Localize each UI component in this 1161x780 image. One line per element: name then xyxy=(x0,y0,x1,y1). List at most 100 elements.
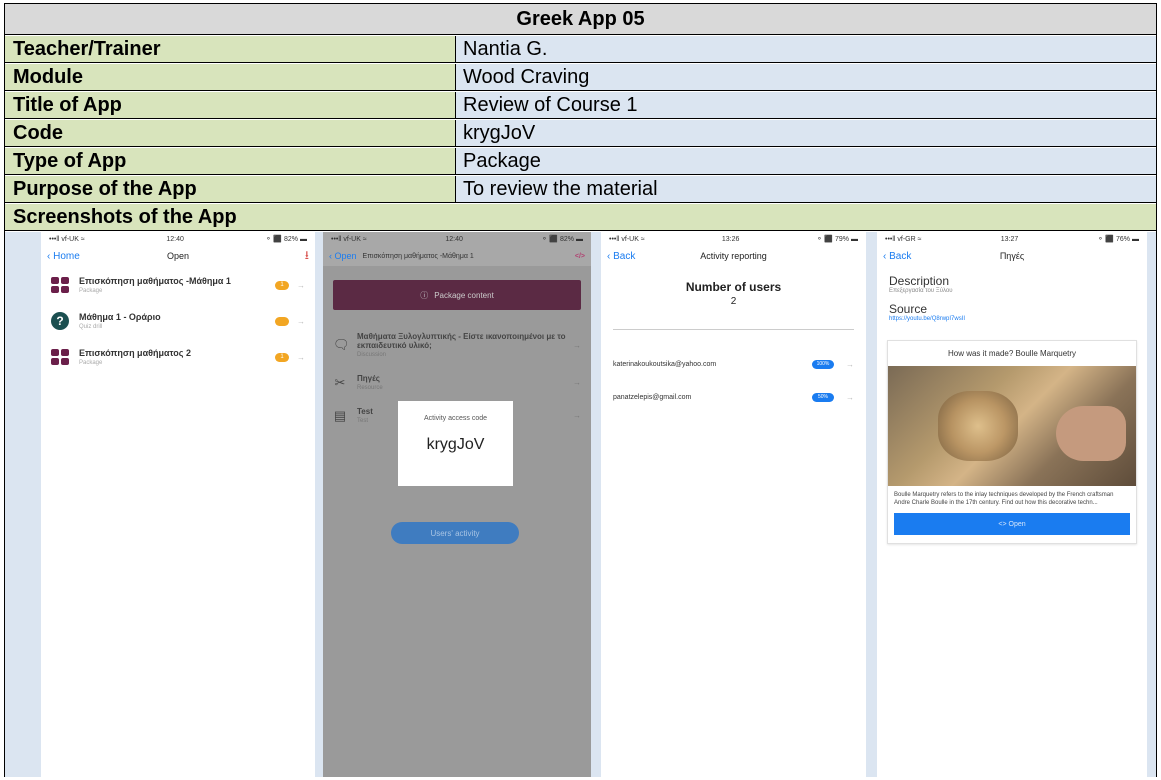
battery-text: ⚬ ⬛ 79% ▬ xyxy=(816,236,858,243)
nav-bar: ‹ Back Activity reporting xyxy=(601,246,866,266)
arrow-right-icon: → xyxy=(846,360,854,369)
open-button[interactable]: <> Open xyxy=(894,513,1130,535)
nav-bar: ‹ Open Επισκόπηση μαθήματος -Μάθημα 1 </… xyxy=(323,246,591,266)
screenshots-heading: Screenshots of the App xyxy=(5,204,1156,231)
nav-bar: ‹ Home Open ⭳ xyxy=(41,246,315,266)
nav-bar: ‹ Back Πηγές xyxy=(877,246,1147,266)
carrier-text: •••ll vf-UK ≈ xyxy=(49,235,85,243)
battery-text: ⚬ ⬛ 76% ▬ xyxy=(1097,236,1139,243)
row-value: Wood Craving xyxy=(456,64,1156,90)
source-link[interactable]: https://youtu.be/Q8rwpI7wsII xyxy=(889,316,1135,322)
back-label: Back xyxy=(889,250,912,262)
info-icon: ⓘ xyxy=(420,290,429,300)
user-email: katerinakoukoutsika@yahoo.com xyxy=(613,361,717,368)
screenshots-area: •••ll vf-UK ≈ 12:40 ⚬ ⬛ 82% ▬ ‹ Home Ope… xyxy=(5,232,1156,777)
row-purpose: Purpose of the App To review the materia… xyxy=(5,176,1156,203)
list-item[interactable]: ? Μάθημα 1 - Οράριο Quiz drill → xyxy=(41,306,315,336)
user-row[interactable]: panatzelepis@gmail.com 50% → xyxy=(601,393,866,402)
document-table: Greek App 05 Teacher/Trainer Nantia G. M… xyxy=(4,3,1157,777)
item-subtitle: Package xyxy=(79,360,103,366)
score-badge: 100% xyxy=(812,360,834,369)
phone-screenshot-open: •••ll vf-UK ≈ 12:40 ⚬ ⬛ 82% ▬ ‹ Home Ope… xyxy=(41,232,315,777)
arrow-right-icon: → xyxy=(297,316,305,326)
status-bar: •••ll vf-UK ≈ 12:40 ⚬ ⬛ 82% ▬ xyxy=(323,232,591,246)
user-email: panatzelepis@gmail.com xyxy=(613,394,692,401)
access-code-value: krygJoV xyxy=(426,436,485,453)
list-item[interactable]: Επισκόπηση μαθήματος 2 Package 1 → xyxy=(41,342,315,372)
list-item[interactable]: Επισκόπηση μαθήματος -Μάθημα 1 Package 1 … xyxy=(41,270,315,300)
number-of-users: Number of users 2 xyxy=(601,280,866,307)
question-icon: ? xyxy=(51,312,69,330)
users-label: Number of users xyxy=(685,280,782,294)
row-value: Review of Course 1 xyxy=(456,92,1156,118)
item-title: Μαθήματα Ξυλογλυπτικής - Είστε ικανοποιη… xyxy=(357,332,566,350)
package-content-button[interactable]: ⓘ Package content xyxy=(333,280,581,310)
package-content-label: Package content xyxy=(434,290,494,300)
back-button[interactable]: ‹ Back xyxy=(607,251,635,262)
battery-text: ⚬ ⬛ 82% ▬ xyxy=(265,236,307,243)
count-badge: 1 xyxy=(275,352,289,362)
score-badge: 50% xyxy=(812,393,834,402)
back-button[interactable]: ‹ Open xyxy=(329,251,357,261)
row-label: Module xyxy=(5,64,456,90)
arrow-right-icon: → xyxy=(297,280,305,290)
item-title: Πηγές xyxy=(357,374,380,383)
carrier-text: •••ll vf-UK ≈ xyxy=(331,235,367,243)
item-subtitle: Resource xyxy=(357,385,383,391)
arrow-right-icon: → xyxy=(573,340,581,350)
access-code-label: Activity access code xyxy=(423,415,488,422)
description-block: Description Επεξεργασία του Ξύλου Source… xyxy=(877,266,1147,322)
video-title: How was it made? Boulle Marquetry xyxy=(947,349,1077,358)
time-text: 12:40 xyxy=(445,235,463,243)
battery-text: ⚬ ⬛ 82% ▬ xyxy=(541,236,583,243)
item-subtitle: Package xyxy=(79,288,103,294)
document-icon: ▤ xyxy=(333,407,347,423)
arrow-right-icon: → xyxy=(573,411,581,420)
video-thumbnail[interactable] xyxy=(888,366,1136,486)
video-description: Boulle Marquetry refers to the inlay tec… xyxy=(894,492,1114,506)
row-value: To review the material xyxy=(456,176,1156,202)
row-value: Nantia G. xyxy=(456,36,1156,62)
paperclip-icon: ✂ xyxy=(334,374,346,390)
item-title: Μάθημα 1 - Οράριο xyxy=(79,312,161,322)
back-button[interactable]: ‹ Home xyxy=(47,251,80,262)
video-card: How was it made? Boulle Marquetry Boulle… xyxy=(887,340,1137,544)
phone-screenshot-activity-reporting: •••ll vf-UK ≈ 13:26 ⚬ ⬛ 79% ▬ ‹ Back Act… xyxy=(601,232,866,777)
arrow-right-icon: → xyxy=(297,352,305,362)
list-item[interactable]: ✂ Πηγές Resource → xyxy=(323,366,591,399)
row-type-of-app: Type of App Package xyxy=(5,148,1156,175)
download-icon[interactable]: ⭳ xyxy=(305,246,309,267)
nav-title: Επισκόπηση μαθήματος -Μάθημα 1 xyxy=(362,252,474,260)
list-item[interactable]: 🗨 Μαθήματα Ξυλογλυπτικής - Είστε ικανοπο… xyxy=(323,324,591,366)
nav-title: Πηγές xyxy=(999,251,1025,261)
user-row[interactable]: katerinakoukoutsika@yahoo.com 100% → xyxy=(601,360,866,369)
code-icon[interactable]: </> xyxy=(575,253,585,260)
description-heading: Description xyxy=(889,274,950,288)
row-title-of-app: Title of App Review of Course 1 xyxy=(5,92,1156,119)
item-title: Επισκόπηση μαθήματος 2 xyxy=(79,348,191,358)
arrow-right-icon: → xyxy=(846,393,854,402)
back-button[interactable]: ‹ Back xyxy=(883,251,911,262)
item-subtitle: Discussion xyxy=(357,352,387,358)
document-title: Greek App 05 xyxy=(5,4,1156,35)
back-label: Home xyxy=(53,250,80,262)
hand-image xyxy=(1056,406,1126,461)
count-badge: 1 xyxy=(275,280,289,290)
arrow-right-icon: → xyxy=(573,378,581,387)
phone-screenshot-package: •••ll vf-UK ≈ 12:40 ⚬ ⬛ 82% ▬ ‹ Open Επι… xyxy=(323,232,591,777)
status-bar: •••ll vf-UK ≈ 13:26 ⚬ ⬛ 79% ▬ xyxy=(601,232,866,246)
row-value: Package xyxy=(456,148,1156,174)
users-activity-button[interactable]: Users' activity xyxy=(391,522,519,544)
row-label: Teacher/Trainer xyxy=(5,36,456,62)
phone-screenshot-resource: •••ll vf-GR ≈ 13:27 ⚬ ⬛ 76% ▬ ‹ Back Πηγ… xyxy=(877,232,1147,777)
nav-title: Activity reporting xyxy=(700,251,767,261)
row-teacher: Teacher/Trainer Nantia G. xyxy=(5,36,1156,63)
row-value: krygJoV xyxy=(456,120,1156,146)
row-label: Code xyxy=(5,120,456,146)
users-count: 2 xyxy=(730,296,737,307)
row-module: Module Wood Craving xyxy=(5,64,1156,91)
row-code: Code krygJoV xyxy=(5,120,1156,147)
description-text: Επεξεργασία του Ξύλου xyxy=(889,288,953,294)
back-label: Open xyxy=(334,251,357,261)
status-bar: •••ll vf-UK ≈ 12:40 ⚬ ⬛ 82% ▬ xyxy=(41,232,315,246)
